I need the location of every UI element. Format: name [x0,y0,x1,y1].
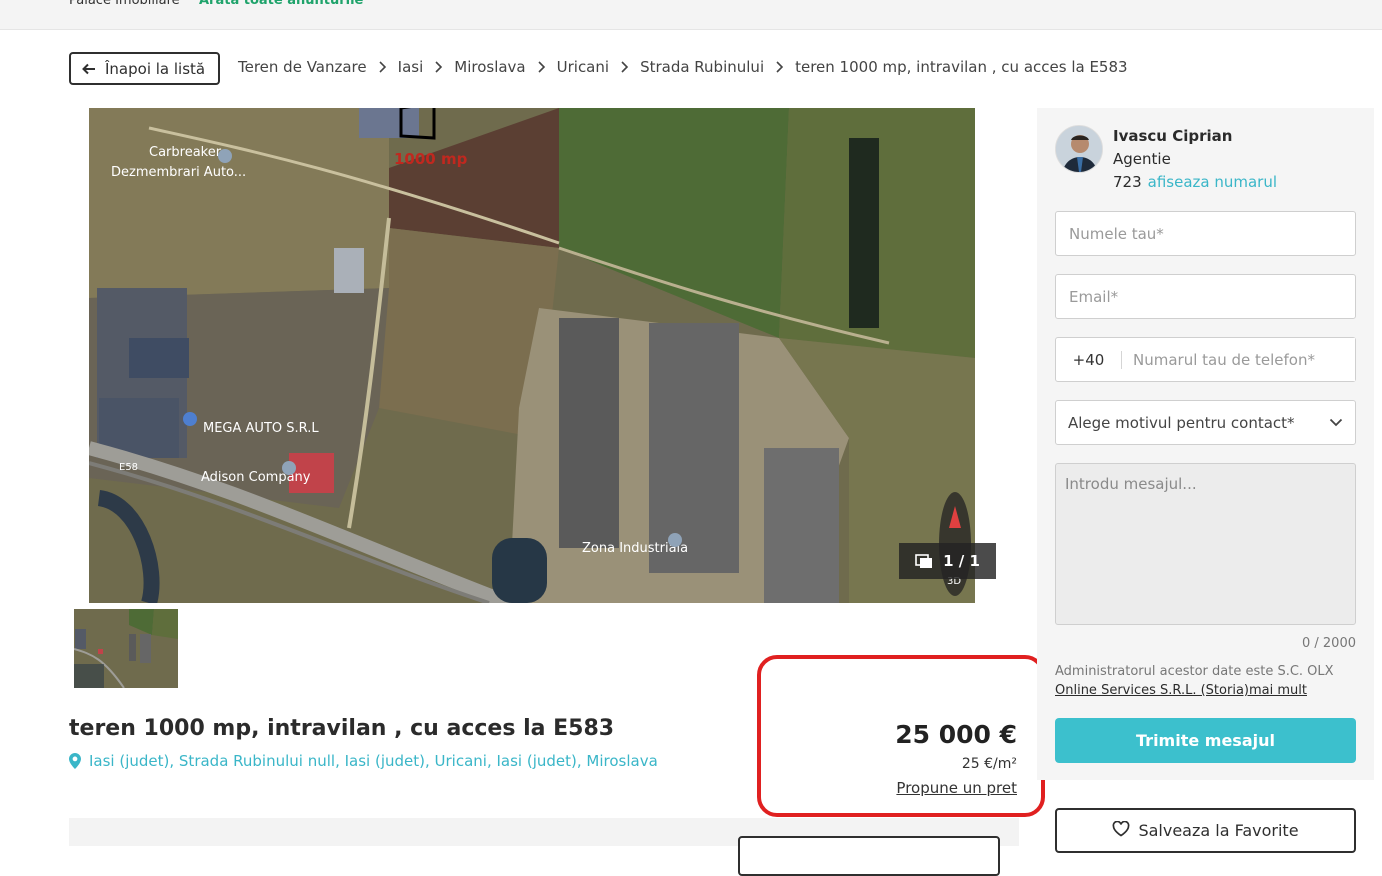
save-favorite-button[interactable]: Salveaza la Favorite [1055,808,1356,853]
breadcrumb-item[interactable]: Uricani [557,58,609,76]
phone-field: +40 [1055,337,1356,382]
admin-note-text: Administratorul acestor date este S.C. O… [1055,664,1334,679]
heart-icon [1113,821,1130,837]
svg-text:Carbreaker -: Carbreaker - [149,145,230,160]
contact-sidebar: Ivascu Ciprian Agentie 723 afiseaza numar… [1037,108,1374,780]
message-char-counter: 0 / 2000 [1302,636,1356,651]
agency-name[interactable]: Palace Imobiliare [69,0,180,8]
breadcrumb-current: teren 1000 mp, intravilan , cu acces la … [795,58,1128,76]
top-bar: Palace Imobiliare Arata toate anunturile [0,0,1382,30]
agent-avatar [1055,125,1103,173]
plot-size-label: 1000 mp [394,150,468,168]
email-input[interactable] [1055,274,1356,319]
main-photo[interactable]: 1000 mp Carbreaker - Dezmembrari Auto...… [89,108,975,603]
location-text: Iasi (judet), Strada Rubinului null, Ias… [89,752,658,770]
admin-more-link[interactable]: Online Services S.R.L. (Storia)mai mult [1055,683,1307,698]
details-strip [69,818,1019,876]
breadcrumb-item[interactable]: Teren de Vanzare [238,58,367,76]
listing-location[interactable]: Iasi (judet), Strada Rubinului null, Ias… [69,752,658,770]
phone-country-code[interactable]: +40 [1056,350,1122,369]
chevron-right-icon [776,61,784,73]
send-message-button[interactable]: Trimite mesajul [1055,718,1356,763]
thumbnail-image [74,609,178,688]
photo-counter[interactable]: 1 / 1 [899,543,996,579]
message-textarea[interactable] [1055,463,1356,625]
price-highlight-box: 25 000 € 25 €/m² Propune un pret [757,655,1045,817]
price-per-sqm: 25 €/m² [961,756,1017,772]
listing-title: teren 1000 mp, intravilan , cu acces la … [69,716,615,741]
svg-text:E58: E58 [119,462,138,473]
chevron-right-icon [538,61,545,73]
back-to-list-button[interactable]: Înapoi la listă [69,52,220,85]
chevron-right-icon [621,61,629,73]
price-value: 25 000 € [895,720,1017,749]
agent-name: Ivascu Ciprian [1113,127,1233,145]
all-ads-link[interactable]: Arata toate anunturile [199,0,363,8]
back-to-list-label: Înapoi la listă [105,59,206,78]
data-admin-note: Administratorul acestor date este S.C. O… [1055,662,1356,700]
svg-text:Dezmembrari Auto...: Dezmembrari Auto... [111,165,246,180]
breadcrumb-item[interactable]: Miroslava [454,58,525,76]
propose-price-link[interactable]: Propune un pret [896,779,1017,797]
photo-thumbnail[interactable] [74,609,178,688]
breadcrumb-item[interactable]: Iasi [398,58,424,76]
show-number-link[interactable]: afiseaza numarul [1148,173,1277,191]
gallery-icon [915,554,933,568]
name-input[interactable] [1055,211,1356,256]
person-icon [1056,126,1102,172]
agent-phone: 723 afiseaza numarul [1113,173,1277,191]
location-pin-icon [69,753,81,769]
chevron-down-icon [1329,418,1343,427]
chevron-right-icon [379,61,386,73]
chevron-right-icon [435,61,443,73]
agent-role: Agentie [1113,150,1171,168]
svg-text:MEGA AUTO S.R.L: MEGA AUTO S.R.L [203,421,319,436]
agent-phone-prefix: 723 [1113,173,1142,191]
breadcrumb: Teren de Vanzare Iasi Miroslava Uricani … [238,58,1128,76]
details-action-button[interactable] [738,836,1000,876]
contact-reason-select[interactable]: Alege motivul pentru contact* [1055,400,1356,445]
satellite-map-image: 1000 mp Carbreaker - Dezmembrari Auto...… [89,108,975,603]
arrow-left-icon [82,63,95,74]
photo-counter-text: 1 / 1 [943,552,980,570]
breadcrumb-item[interactable]: Strada Rubinului [640,58,764,76]
phone-input[interactable] [1122,338,1355,381]
save-favorite-label: Salveaza la Favorite [1138,821,1299,840]
contact-reason-placeholder: Alege motivul pentru contact* [1068,413,1295,432]
